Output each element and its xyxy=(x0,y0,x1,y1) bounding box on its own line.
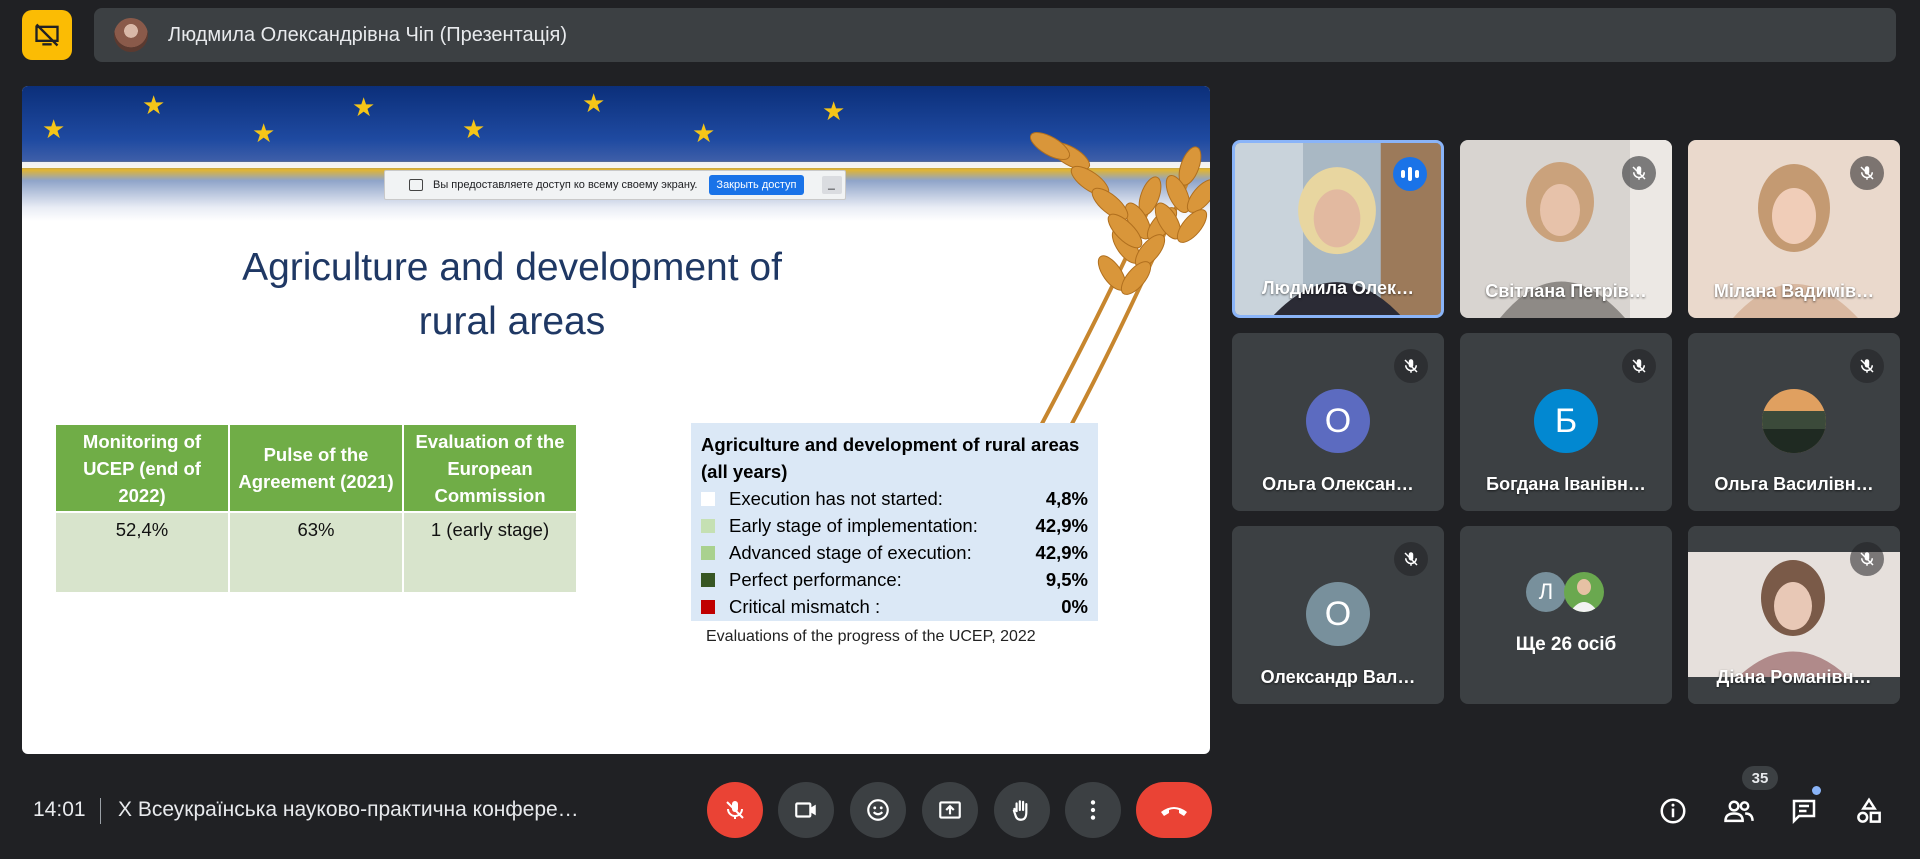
meeting-details-button[interactable] xyxy=(1656,794,1690,828)
mic-off-icon xyxy=(1850,542,1884,576)
hand-icon xyxy=(1012,800,1028,821)
legend-caption: Evaluations of the progress of the UCEP,… xyxy=(706,628,1036,645)
participant-tile[interactable]: Людмила Олек… xyxy=(1232,140,1444,318)
shapes-icon xyxy=(1857,797,1881,823)
share-screen-icon xyxy=(409,179,423,191)
table-header: Pulse of the Agreement (2021) xyxy=(228,423,404,513)
participant-photo-avatar xyxy=(1762,389,1826,453)
legend-swatch xyxy=(701,599,715,614)
people-button[interactable] xyxy=(1722,794,1756,828)
legend-swatch xyxy=(701,518,715,533)
table-header: Monitoring of UCEP (end of 2022) xyxy=(54,423,230,513)
participant-tile[interactable]: О Ольга Олексан… xyxy=(1232,333,1444,511)
leave-call-button[interactable] xyxy=(1136,782,1212,838)
reactions-button[interactable] xyxy=(850,782,906,838)
stop-sharing-button[interactable]: Закрыть доступ xyxy=(709,175,804,195)
people-icon xyxy=(1724,800,1754,823)
participant-name: Діана Романівн… xyxy=(1716,667,1872,687)
speaking-indicator-icon xyxy=(1393,157,1427,191)
participant-avatar: Л xyxy=(1526,572,1566,612)
legend-item: Execution has not started: 4,8% xyxy=(701,485,1088,512)
present-screen-icon xyxy=(939,801,961,819)
presentation-indicator-button[interactable] xyxy=(22,10,72,60)
presenter-bar: Людмила Олександрівна Чіп (Презентація) xyxy=(94,8,1896,62)
evaluation-table: Monitoring of UCEP (end of 2022) Pulse o… xyxy=(54,423,578,594)
participant-tile[interactable]: Ольга Василівн… xyxy=(1688,333,1900,511)
unread-indicator xyxy=(1812,786,1821,795)
participant-name: Богдана Іванівн… xyxy=(1486,474,1646,494)
microphone-toggle-button[interactable] xyxy=(707,782,763,838)
participant-tile[interactable]: Світлана Петрів… xyxy=(1460,140,1672,318)
table-cell: 52,4% xyxy=(54,511,230,594)
participant-avatar: О xyxy=(1306,389,1370,453)
progress-legend-box: Agriculture and development of rural are… xyxy=(691,423,1098,621)
raise-hand-button[interactable] xyxy=(994,782,1050,838)
divider xyxy=(100,798,101,824)
wheat-image xyxy=(1028,132,1210,446)
info-icon xyxy=(1660,798,1686,824)
more-participants-tile[interactable]: Л Ще 26 осіб xyxy=(1460,526,1672,704)
table-cell: 63% xyxy=(228,511,404,594)
presentation-slide: ★ ★ ★ ★ ★ ★ ★ ★ Вы предоставляете доступ… xyxy=(22,86,1210,754)
camera-icon xyxy=(795,802,816,818)
participant-name: Людмила Олек… xyxy=(1262,278,1414,298)
participant-name: Мілана Вадимів… xyxy=(1713,281,1875,301)
legend-title: Agriculture and development of rural are… xyxy=(701,434,1080,482)
participant-name: Світлана Петрів… xyxy=(1485,281,1647,301)
participant-name: Ольга Олексан… xyxy=(1262,474,1414,494)
participant-count-badge: 35 xyxy=(1742,766,1778,790)
mic-off-icon xyxy=(1394,542,1428,576)
share-notice-text: Вы предоставляете доступ ко всему своему… xyxy=(433,179,698,191)
legend-item: Critical mismatch : 0% xyxy=(701,593,1088,620)
mic-off-icon xyxy=(1622,156,1656,190)
legend-swatch xyxy=(701,545,715,560)
present-now-button[interactable] xyxy=(922,782,978,838)
participant-name: Ольга Василівн… xyxy=(1714,474,1874,494)
minimize-notice-button[interactable]: _ xyxy=(821,176,842,194)
participant-tile[interactable]: О Олександр Вал… xyxy=(1232,526,1444,704)
mic-off-icon xyxy=(726,801,744,819)
chat-icon xyxy=(1792,799,1816,825)
chat-button[interactable] xyxy=(1787,794,1821,828)
participant-photo-avatar xyxy=(1564,572,1604,612)
mic-off-icon xyxy=(1622,349,1656,383)
presenter-title: Людмила Олександрівна Чіп (Презентація) xyxy=(168,23,568,46)
activities-button[interactable] xyxy=(1852,794,1886,828)
more-participants-label: Ще 26 осіб xyxy=(1515,634,1617,655)
more-options-button[interactable] xyxy=(1065,782,1121,838)
emoji-icon xyxy=(867,799,889,821)
participant-avatar: Б xyxy=(1534,389,1598,453)
camera-toggle-button[interactable] xyxy=(778,782,834,838)
legend-item: Perfect performance: 9,5% xyxy=(701,566,1088,593)
legend-swatch xyxy=(701,572,715,587)
participant-tile[interactable]: Б Богдана Іванівн… xyxy=(1460,333,1672,511)
slide-title: Agriculture and development of rural are… xyxy=(242,246,782,343)
hang-up-icon xyxy=(1161,807,1187,816)
table-header: Evaluation of the European Commission xyxy=(402,423,578,513)
participant-tile[interactable]: Діана Романівн… xyxy=(1688,526,1900,704)
more-vert-icon xyxy=(1090,800,1096,820)
participant-avatar: О xyxy=(1306,582,1370,646)
mic-off-icon xyxy=(1394,349,1428,383)
screen-share-notice: Вы предоставляете доступ ко всему своему… xyxy=(384,170,846,200)
mic-off-icon xyxy=(1850,349,1884,383)
legend-swatch xyxy=(701,491,715,506)
legend-item: Advanced stage of execution: 42,9% xyxy=(701,539,1088,566)
participant-tile[interactable]: Мілана Вадимів… xyxy=(1688,140,1900,318)
presentation-off-icon xyxy=(35,23,59,47)
presenter-avatar xyxy=(114,18,148,52)
legend-item: Early stage of implementation: 42,9% xyxy=(701,512,1088,539)
meeting-title: X Всеукраїнська науково-практична конфер… xyxy=(118,798,579,821)
table-cell: 1 (early stage) xyxy=(402,511,578,594)
mic-off-icon xyxy=(1850,156,1884,190)
participant-name: Олександр Вал… xyxy=(1260,667,1416,687)
meeting-clock: 14:01 xyxy=(33,798,86,821)
